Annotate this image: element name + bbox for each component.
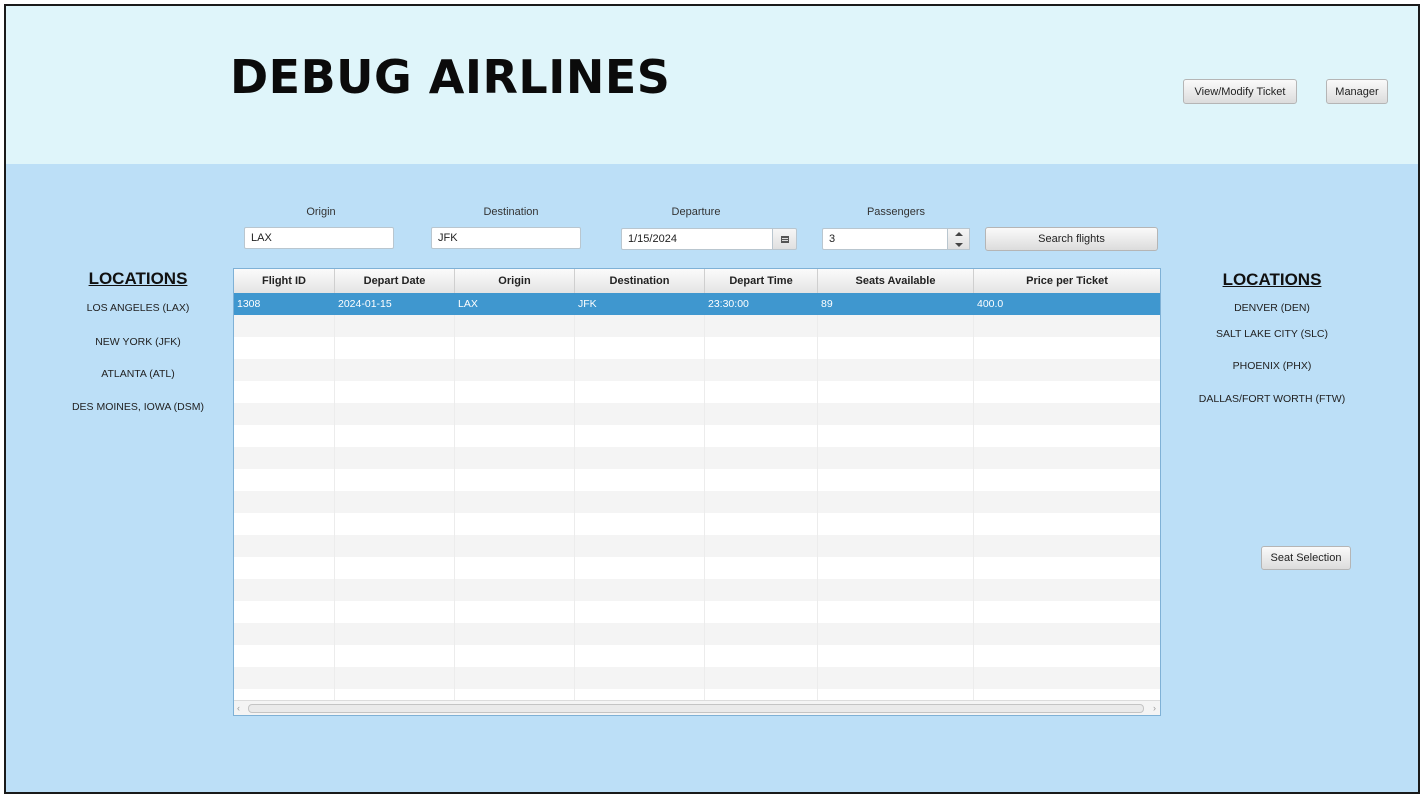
empty-row: [234, 645, 1160, 667]
scroll-left-icon[interactable]: ‹: [237, 703, 240, 713]
cell-price-per-ticket: 400.0: [977, 298, 1004, 310]
decrement-arrow-icon[interactable]: [948, 240, 969, 251]
search-flights-button[interactable]: Search flights: [985, 227, 1158, 251]
left-locations-heading: LOCATIONS: [88, 269, 188, 288]
origin-label: Origin: [306, 206, 336, 218]
column-divider: [454, 293, 455, 703]
scrollbar-thumb[interactable]: [248, 704, 1144, 713]
column-header-seats-available[interactable]: Seats Available: [818, 269, 974, 293]
empty-row: [234, 491, 1160, 513]
column-header-origin[interactable]: Origin: [455, 269, 575, 293]
column-header-depart-time[interactable]: Depart Time: [705, 269, 818, 293]
scroll-right-icon[interactable]: ›: [1153, 703, 1156, 713]
location-item: DES MOINES, IOWA (DSM): [71, 401, 205, 413]
cell-origin: LAX: [458, 298, 478, 310]
main-panel: Origin Destination Departure Passengers …: [6, 164, 1418, 792]
empty-row: [234, 601, 1160, 623]
view-modify-ticket-button[interactable]: View/Modify Ticket: [1183, 79, 1297, 104]
empty-row: [234, 513, 1160, 535]
column-divider: [817, 293, 818, 703]
empty-row: [234, 315, 1160, 337]
column-divider: [973, 293, 974, 703]
cell-flight-id: 1308: [237, 298, 261, 310]
right-locations-heading: LOCATIONS: [1222, 270, 1322, 289]
column-header-depart-date[interactable]: Depart Date: [335, 269, 455, 293]
cell-depart-date: 2024-01-15: [338, 298, 392, 310]
flights-table: Flight ID Depart Date Origin Destination…: [233, 268, 1161, 716]
passengers-label: Passengers: [866, 206, 926, 218]
passengers-spinner: [948, 228, 970, 250]
location-item: PHOENIX (PHX): [1232, 360, 1312, 372]
column-divider: [334, 293, 335, 703]
cell-depart-time: 23:30:00: [708, 298, 749, 310]
app-window: DEBUG AIRLINES View/Modify Ticket Manage…: [4, 4, 1420, 794]
empty-row: [234, 623, 1160, 645]
column-header-flight-id[interactable]: Flight ID: [234, 269, 335, 293]
column-divider: [704, 293, 705, 703]
empty-row: [234, 359, 1160, 381]
empty-row: [234, 447, 1160, 469]
seat-selection-button[interactable]: Seat Selection: [1261, 546, 1351, 570]
table-row[interactable]: 1308 2024-01-15 LAX JFK 23:30:00 89 400.…: [234, 293, 1160, 315]
column-header-price-per-ticket[interactable]: Price per Ticket: [974, 269, 1160, 293]
origin-input[interactable]: [244, 227, 394, 249]
cell-destination: JFK: [578, 298, 597, 310]
calendar-icon: [781, 236, 789, 243]
increment-arrow-icon[interactable]: [948, 229, 969, 240]
empty-row: [234, 579, 1160, 601]
destination-label: Destination: [483, 206, 539, 218]
empty-row: [234, 667, 1160, 689]
cell-seats-available: 89: [821, 298, 833, 310]
header-banner: DEBUG AIRLINES View/Modify Ticket Manage…: [6, 6, 1418, 164]
location-item: LOS ANGELES (LAX): [86, 302, 190, 314]
empty-row: [234, 403, 1160, 425]
empty-row: [234, 425, 1160, 447]
table-header: Flight ID Depart Date Origin Destination…: [234, 269, 1160, 294]
empty-row: [234, 557, 1160, 579]
empty-row: [234, 381, 1160, 403]
manager-button[interactable]: Manager: [1326, 79, 1388, 104]
horizontal-scrollbar[interactable]: ‹ ›: [234, 700, 1160, 715]
location-item: NEW YORK (JFK): [95, 336, 181, 348]
passengers-input[interactable]: [822, 228, 948, 250]
destination-input[interactable]: [431, 227, 581, 249]
departure-date-input[interactable]: [621, 228, 773, 250]
location-item: SALT LAKE CITY (SLC): [1215, 328, 1329, 340]
departure-label: Departure: [671, 206, 721, 218]
column-header-destination[interactable]: Destination: [575, 269, 705, 293]
location-item: DALLAS/FORT WORTH (FTW): [1198, 393, 1346, 405]
location-item: DENVER (DEN): [1234, 302, 1310, 314]
column-divider: [574, 293, 575, 703]
location-item: ATLANTA (ATL): [101, 368, 175, 380]
empty-row: [234, 337, 1160, 359]
app-title: DEBUG AIRLINES: [230, 50, 671, 104]
calendar-picker-button[interactable]: [773, 228, 797, 250]
empty-row: [234, 535, 1160, 557]
empty-row: [234, 469, 1160, 491]
